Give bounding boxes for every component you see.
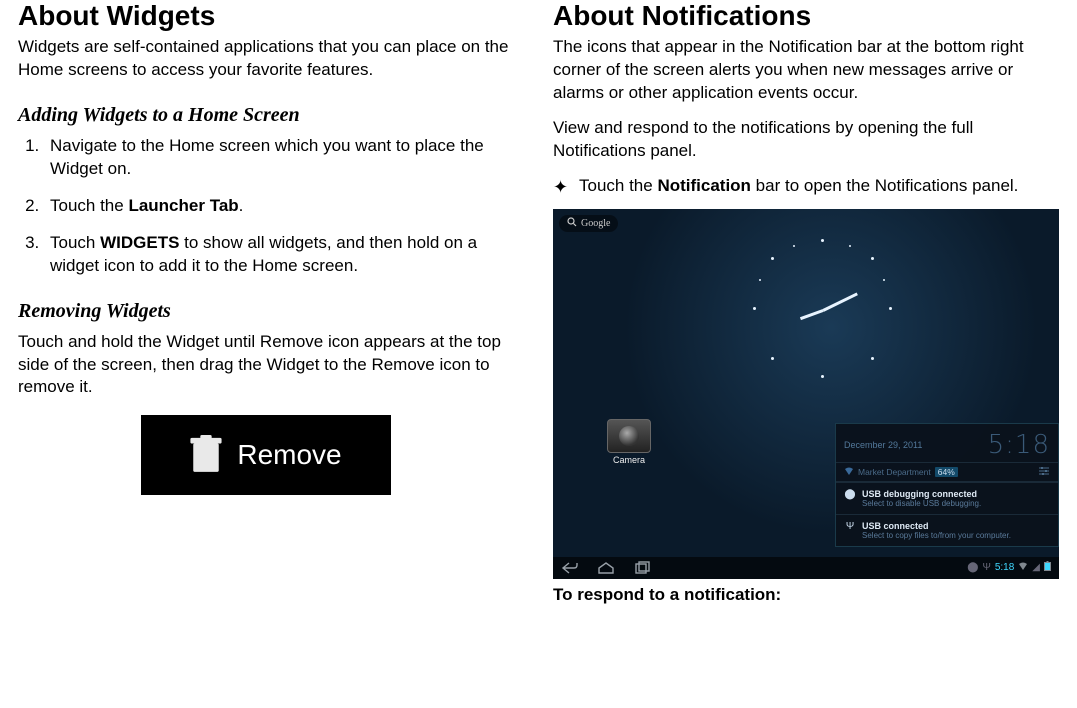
heading-removing-widgets: Removing Widgets bbox=[18, 300, 513, 323]
status-time: 5:18 bbox=[995, 562, 1014, 573]
notifications-para2: View and respond to the notifications by… bbox=[553, 117, 1059, 163]
camera-label: Camera bbox=[607, 455, 651, 465]
panel-header: December 29, 2011 5:18 bbox=[836, 424, 1058, 462]
notif2-title: USB connected bbox=[862, 521, 1011, 531]
left-column: About Widgets Widgets are self-contained… bbox=[18, 0, 513, 605]
step-3-pre: Touch bbox=[50, 233, 100, 252]
step-2-pre: Touch the bbox=[50, 196, 128, 215]
bullet-bold: Notification bbox=[657, 176, 751, 195]
settings-icon[interactable] bbox=[1038, 466, 1050, 478]
step-2-post: . bbox=[239, 196, 244, 215]
bullet-text: Touch the Notification bar to open the N… bbox=[579, 175, 1059, 199]
notif1-sub: Select to disable USB debugging. bbox=[862, 499, 981, 508]
notif-item-1[interactable]: ⬤ USB debugging connected Select to disa… bbox=[836, 482, 1058, 514]
adding-steps-list: Navigate to the Home screen which you wa… bbox=[18, 135, 513, 278]
notif1-title: USB debugging connected bbox=[862, 489, 981, 499]
step-1: Navigate to the Home screen which you wa… bbox=[44, 135, 513, 181]
heading-about-widgets: About Widgets bbox=[18, 0, 513, 32]
wifi-name: Market Department bbox=[858, 467, 931, 477]
status-wifi-icon bbox=[1018, 562, 1028, 573]
respond-heading: To respond to a notification: bbox=[553, 585, 1059, 605]
remove-bar-image: Remove bbox=[141, 415, 391, 495]
status-usb-icon: Ψ bbox=[982, 562, 990, 573]
right-column: About Notifications The icons that appea… bbox=[553, 0, 1059, 605]
panel-time: 5:18 bbox=[988, 430, 1050, 460]
panel-wifi-row[interactable]: Market Department 64% bbox=[836, 462, 1058, 482]
notifications-intro: The icons that appear in the Notificatio… bbox=[553, 36, 1059, 105]
removing-text: Touch and hold the Widget until Remove i… bbox=[18, 331, 513, 400]
step-3: Touch WIDGETS to show all widgets, and t… bbox=[44, 232, 513, 278]
step-2: Touch the Launcher Tab. bbox=[44, 195, 513, 218]
notif-item-2[interactable]: Ψ USB connected Select to copy files to/… bbox=[836, 514, 1058, 546]
panel-date: December 29, 2011 bbox=[844, 440, 922, 450]
home-button[interactable] bbox=[597, 561, 615, 575]
status-notif-icon: ⬤ bbox=[967, 562, 978, 573]
analog-clock-widget[interactable] bbox=[753, 239, 893, 379]
usb-icon: Ψ bbox=[844, 521, 856, 540]
status-area[interactable]: ⬤ Ψ 5:18 ◢ bbox=[967, 561, 1051, 574]
search-label: Google bbox=[581, 218, 610, 229]
camera-icon bbox=[607, 419, 651, 453]
bug-icon: ⬤ bbox=[844, 489, 856, 508]
camera-app-icon[interactable]: Camera bbox=[607, 419, 651, 465]
widgets-intro: Widgets are self-contained applications … bbox=[18, 36, 513, 82]
wifi-pct: 64% bbox=[935, 467, 958, 477]
back-button[interactable] bbox=[561, 561, 579, 575]
recent-button[interactable] bbox=[633, 561, 651, 575]
status-signal-icon: ◢ bbox=[1032, 562, 1040, 573]
step-3-bold: WIDGETS bbox=[100, 233, 179, 252]
remove-label: Remove bbox=[237, 439, 341, 471]
magnifier-icon bbox=[567, 217, 577, 230]
bullet-pre: Touch the bbox=[579, 176, 657, 195]
notification-bullet: ✦ Touch the Notification bar to open the… bbox=[553, 175, 1059, 199]
notif2-sub: Select to copy files to/from your comput… bbox=[862, 531, 1011, 540]
trash-icon bbox=[189, 435, 223, 475]
step-2-bold: Launcher Tab bbox=[128, 196, 238, 215]
heading-adding-widgets: Adding Widgets to a Home Screen bbox=[18, 104, 513, 127]
bullet-post: bar to open the Notifications panel. bbox=[751, 176, 1018, 195]
tablet-screenshot: Google Camera bbox=[553, 209, 1059, 579]
nav-bar: ⬤ Ψ 5:18 ◢ bbox=[553, 557, 1059, 579]
star-icon: ✦ bbox=[553, 175, 579, 199]
wifi-icon bbox=[844, 467, 854, 477]
heading-about-notifications: About Notifications bbox=[553, 0, 1059, 32]
status-battery-icon bbox=[1044, 561, 1051, 574]
search-widget[interactable]: Google bbox=[559, 215, 618, 232]
notifications-panel[interactable]: December 29, 2011 5:18 Market Department… bbox=[835, 423, 1059, 547]
